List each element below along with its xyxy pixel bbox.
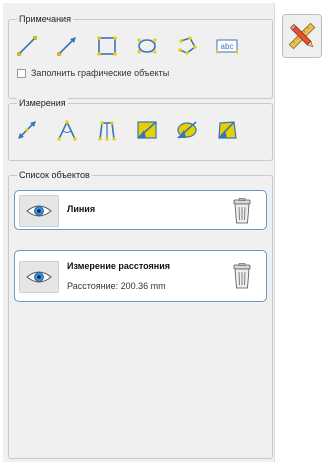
distance-tool-button[interactable] <box>15 118 39 142</box>
annotations-group: Примечания abc Заполнить графические объ… <box>8 14 273 99</box>
object-name: Измерение расстояния <box>67 261 171 271</box>
measurements-group-title: Измерения <box>17 98 68 109</box>
rectangle-tool-icon <box>97 36 117 56</box>
area-polygon-tool-button[interactable] <box>215 118 239 142</box>
area-polygon-tool-icon <box>218 121 237 139</box>
area-rectangle-tool-button[interactable] <box>135 118 159 142</box>
area-ellipse-tool-icon <box>177 121 197 139</box>
line-tool-icon <box>16 35 38 57</box>
object-item-line[interactable]: Линия <box>14 190 267 230</box>
object-item-distance[interactable]: Измерение расстояния Расстояние: 200.36 … <box>14 250 267 302</box>
pencil-ruler-icon <box>288 22 316 50</box>
fill-objects-label: Заполнить графические объекты <box>31 68 170 78</box>
trash-icon <box>233 198 251 224</box>
delete-object-button[interactable] <box>232 198 252 226</box>
ellipse-tool-button[interactable] <box>135 34 159 58</box>
comment-tools-panel: Примечания abc Заполнить графические объ… <box>3 3 275 462</box>
visibility-toggle[interactable] <box>19 261 59 293</box>
object-name: Линия <box>67 204 96 214</box>
arrow-line-tool-button[interactable] <box>55 34 79 58</box>
delete-object-button[interactable] <box>232 263 252 291</box>
rectangle-tool-button[interactable] <box>95 34 119 58</box>
svg-text:abc: abc <box>221 42 234 51</box>
close-comment-tools-button[interactable] <box>282 14 322 58</box>
object-list-group: Список объектов Линия Измерение расстоян… <box>8 170 273 459</box>
visibility-toggle[interactable] <box>19 195 59 227</box>
measurement-tools <box>15 118 255 142</box>
text-tool-button[interactable]: abc <box>215 34 239 58</box>
distance-tool-icon <box>18 121 36 139</box>
annotations-group-title: Примечания <box>17 14 73 25</box>
perimeter-tool-button[interactable] <box>95 118 119 142</box>
line-tool-button[interactable] <box>15 34 39 58</box>
object-list-group-title: Список объектов <box>17 170 92 181</box>
fill-objects-row[interactable]: Заполнить графические объекты <box>17 68 169 78</box>
ellipse-tool-icon <box>137 38 157 54</box>
eye-icon <box>26 205 52 217</box>
area-rectangle-tool-icon <box>137 121 157 139</box>
polygon-tool-icon <box>178 36 197 55</box>
object-detail: Расстояние: 200.36 mm <box>67 281 166 291</box>
polygon-tool-button[interactable] <box>175 34 199 58</box>
text-tool-icon: abc <box>216 39 238 54</box>
perimeter-tool-icon <box>98 121 116 141</box>
measurements-group: Измерения <box>8 98 273 161</box>
eye-icon <box>26 271 52 283</box>
fill-objects-checkbox[interactable] <box>17 68 26 78</box>
annotation-tools: abc <box>15 34 255 58</box>
angle-tool-button[interactable] <box>55 118 79 142</box>
area-ellipse-tool-button[interactable] <box>175 118 199 142</box>
arrow-line-tool-icon <box>56 37 76 57</box>
trash-icon <box>233 263 251 289</box>
angle-tool-icon <box>57 120 77 141</box>
